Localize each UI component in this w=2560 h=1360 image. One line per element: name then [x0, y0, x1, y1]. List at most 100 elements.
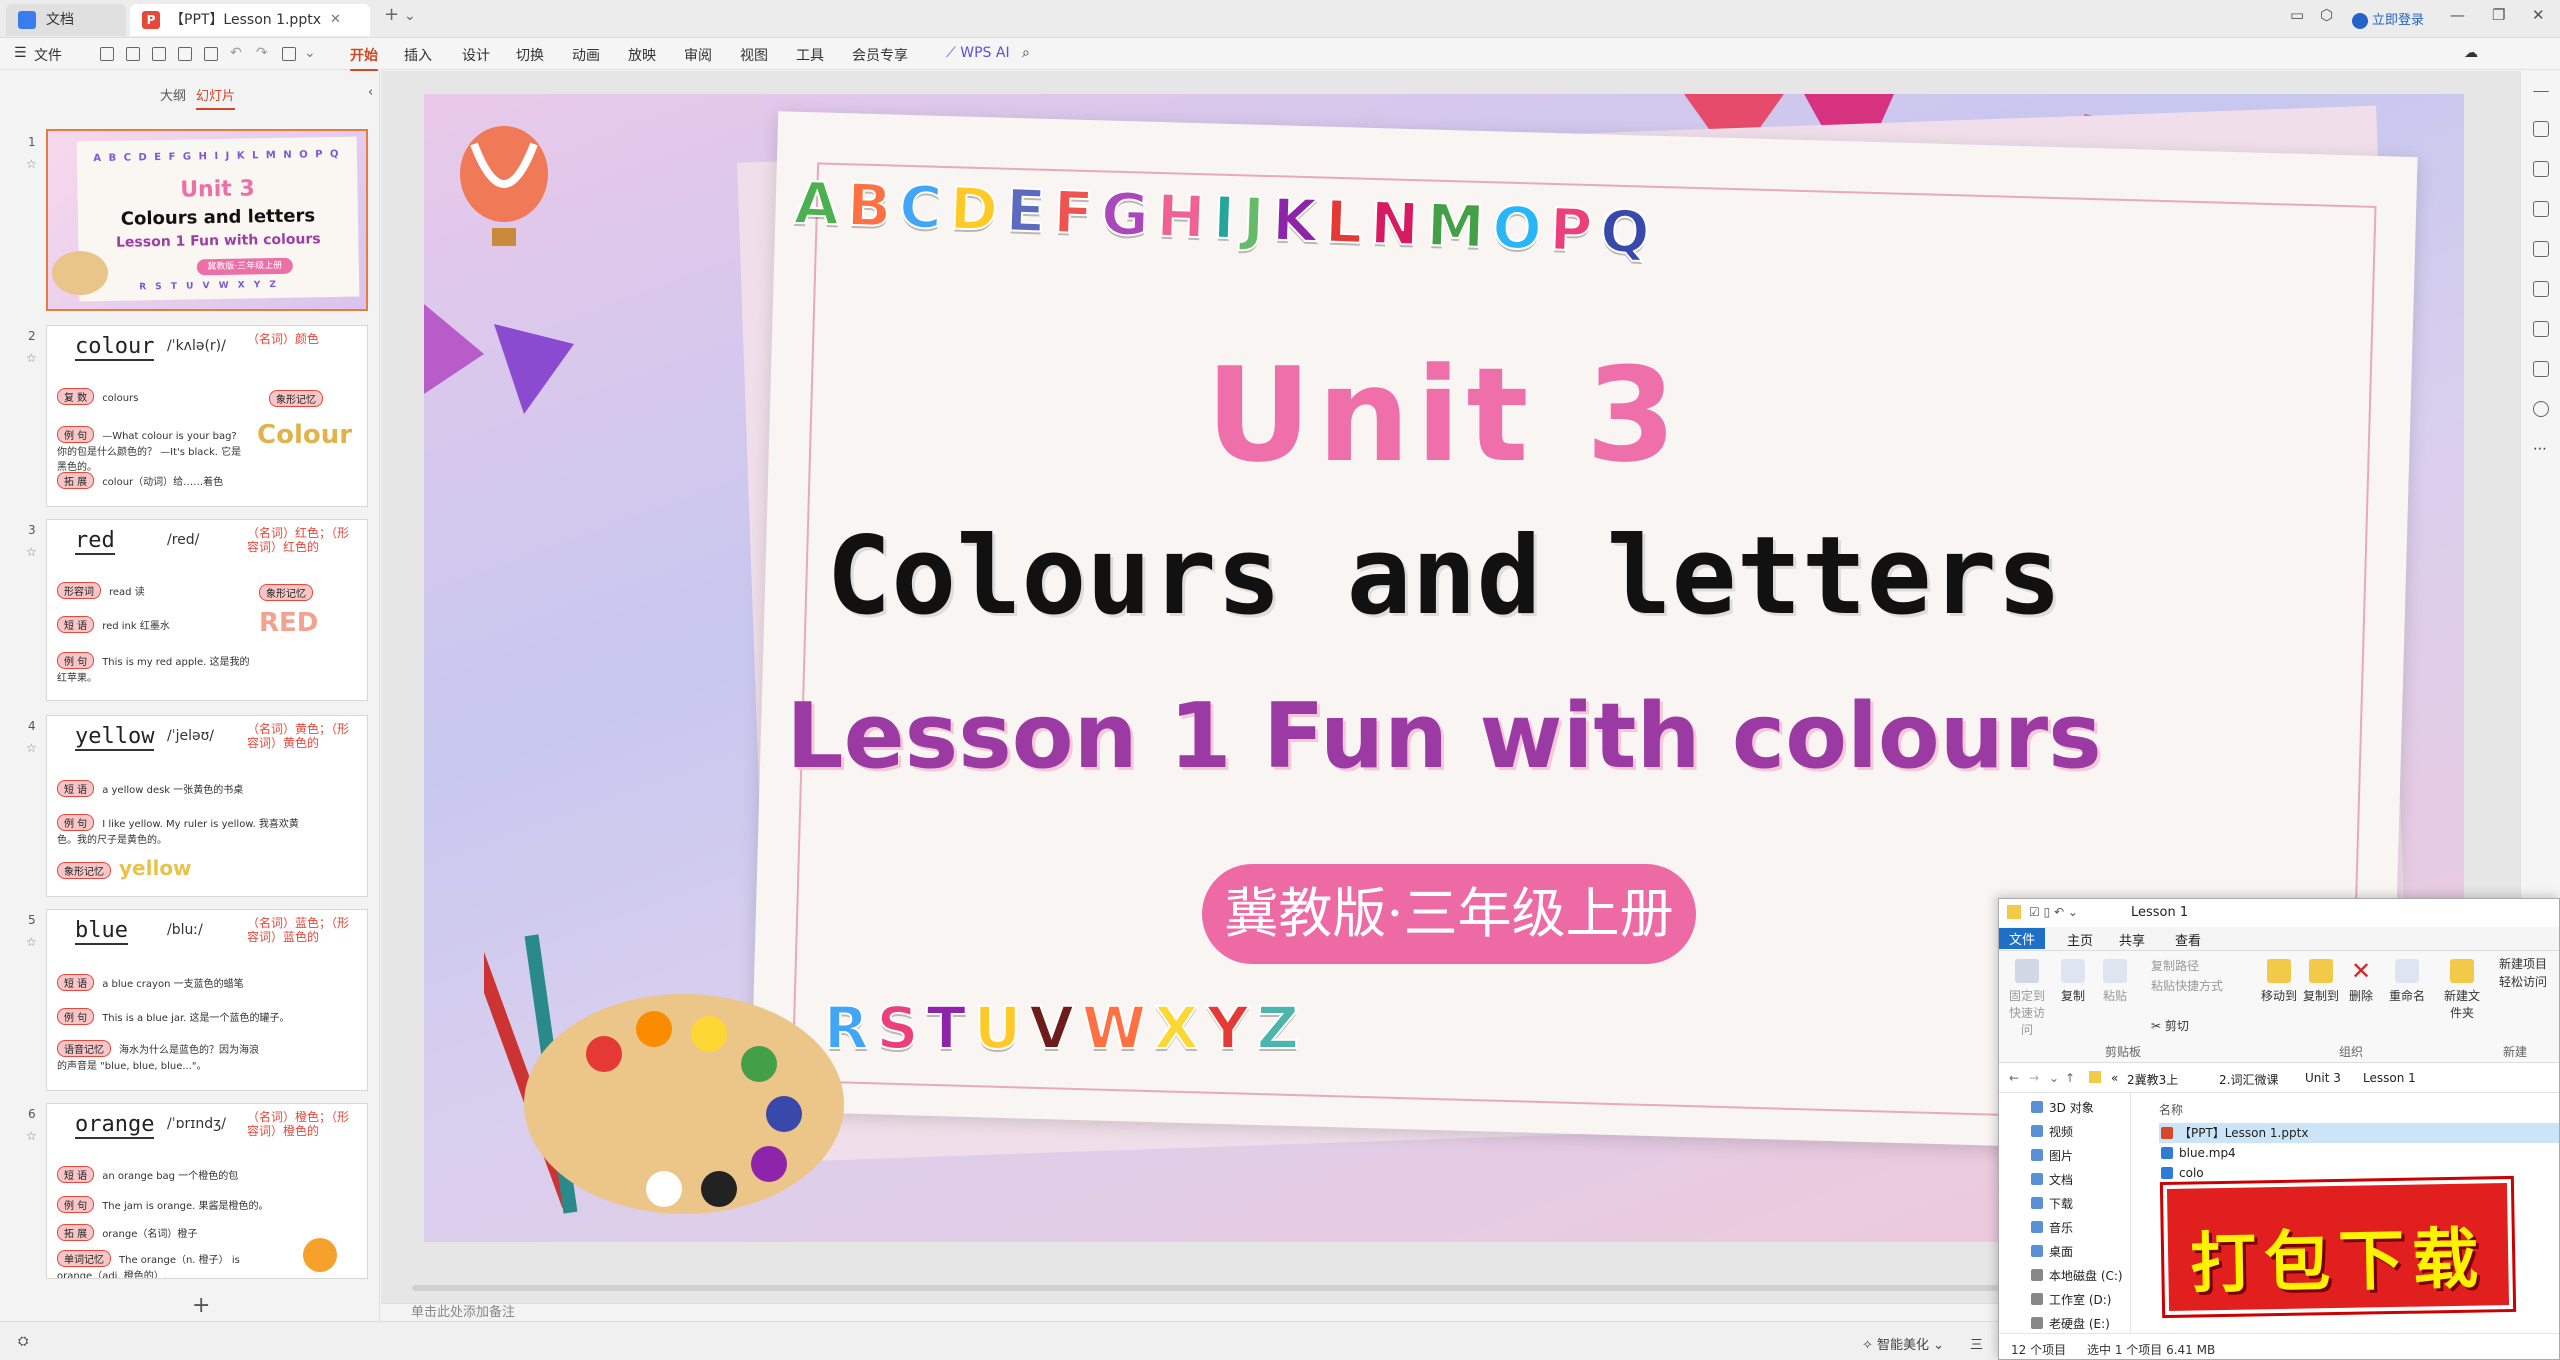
slide-thumbnail-2[interactable]: colour /ˈkʌlə(r)/ （名词）颜色 复 数 colours 例 句 —… [46, 325, 368, 507]
star-icon[interactable]: ☆ [26, 351, 37, 365]
copy-button[interactable]: 复制 [2061, 959, 2085, 1004]
tab-slideshow[interactable]: 放映 [628, 45, 656, 65]
tab-review[interactable]: 审阅 [684, 45, 712, 65]
slide-thumbnail-1[interactable]: A B C D E F G H I J K L M N O P Q Unit 3… [46, 129, 368, 311]
theme-icon[interactable] [2533, 241, 2549, 257]
settings-icon[interactable] [2533, 361, 2549, 377]
copy-to-button[interactable]: 复制到 [2303, 959, 2339, 1004]
nav-item[interactable]: 文档 [2031, 1171, 2073, 1188]
tab-document[interactable]: P 【PPT】Lesson 1.pptx ✕ [130, 4, 370, 36]
ex-tab-view[interactable]: 查看 [2175, 930, 2201, 949]
pin-quick-access-button[interactable]: 固定到快速访问 [2005, 959, 2049, 1038]
tab-animation[interactable]: 动画 [572, 45, 600, 65]
forward-arrow-icon[interactable]: → [2029, 1071, 2039, 1085]
ex-tab-file[interactable]: 文件 [1999, 928, 2046, 949]
crumb-item[interactable]: Lesson 1 [2363, 1071, 2416, 1085]
collapse-panel-icon[interactable]: ‹ [368, 85, 373, 100]
back-arrow-icon[interactable]: ← [2009, 1071, 2019, 1085]
crumb-overflow[interactable]: « [2111, 1071, 2118, 1085]
move-to-button[interactable]: 移动到 [2261, 959, 2297, 1004]
tab-outline[interactable]: 大纲 [160, 85, 186, 104]
history-chevron-icon[interactable]: ⌄ [2049, 1071, 2059, 1085]
nav-item[interactable]: 老硬盘 (E:) [2031, 1315, 2110, 1332]
star-icon[interactable]: ☆ [26, 935, 37, 949]
smart-beautify-button[interactable]: ✧ 智能美化 ⌄ [1862, 1334, 1944, 1353]
new-doc-icon[interactable] [100, 47, 114, 61]
cloud-sync-icon[interactable]: ☁ [2464, 45, 2478, 61]
more-chevron-icon[interactable]: ⌄ [304, 45, 316, 61]
slide-thumbnail-4[interactable]: yellow /ˈjeləʊ/ （名词）黄色；（形容词）黄色的 短 语 a yel… [46, 715, 368, 897]
download-package-banner[interactable]: 打包下载 [2162, 1178, 2514, 1316]
redo-icon[interactable]: ↷ [256, 45, 268, 61]
undo-icon[interactable]: ↶ [230, 45, 242, 61]
tab-tools[interactable]: 工具 [796, 45, 824, 65]
rename-button[interactable]: 重命名 [2389, 959, 2425, 1004]
nav-item[interactable]: 本地磁盘 (C:) [2031, 1267, 2123, 1284]
tab-list-chevron-icon[interactable]: ⌄ [404, 8, 416, 24]
tools-icon[interactable] [2533, 281, 2549, 297]
crumb-item[interactable]: Unit 3 [2305, 1071, 2341, 1085]
new-item-button[interactable]: 新建项目 [2499, 955, 2547, 972]
add-slide-button[interactable]: + [192, 1293, 210, 1318]
search-icon[interactable]: ⌕ [1022, 45, 1030, 61]
tab-transition[interactable]: 切换 [516, 45, 544, 65]
copy-path-button[interactable]: 复制路径 [2151, 957, 2199, 974]
file-row[interactable]: 【PPT】Lesson 1.pptx [2159, 1123, 2559, 1143]
ex-tab-share[interactable]: 共享 [2119, 930, 2145, 949]
format-painter-icon[interactable] [282, 47, 296, 61]
login-link[interactable]: 立即登录 [2352, 9, 2424, 29]
new-tab-button[interactable]: + [384, 4, 399, 25]
star-icon[interactable]: ☆ [26, 741, 37, 755]
nav-item[interactable]: 视频 [2031, 1123, 2073, 1140]
tab-view[interactable]: 视图 [740, 45, 768, 65]
minimize-icon[interactable]: — [2450, 6, 2465, 24]
copy-icon[interactable] [2533, 201, 2549, 217]
save-icon[interactable] [152, 47, 166, 61]
notes-toggle-button[interactable]: 三 [1970, 1334, 1983, 1353]
tab-insert[interactable]: 插入 [404, 45, 432, 65]
nav-item[interactable]: 工作室 (D:) [2031, 1291, 2111, 1308]
more-icon[interactable]: ⋯ [2533, 441, 2549, 457]
ex-tab-home[interactable]: 主页 [2067, 930, 2093, 949]
quick-access-toolbar-icon[interactable]: ☑ ▯ ↶ ⌄ [2029, 905, 2078, 919]
cut-button[interactable]: ✂ 剪切 [2151, 1017, 2189, 1034]
column-header-name[interactable]: 名称 [2159, 1101, 2183, 1118]
new-folder-button[interactable]: 新建文件夹 [2439, 959, 2485, 1021]
tab-member[interactable]: 会员专享 [852, 45, 908, 65]
window-layout-icon[interactable]: ▭ [2290, 6, 2304, 24]
nav-item[interactable]: 音乐 [2031, 1219, 2073, 1236]
nav-item[interactable]: 桌面 [2031, 1243, 2073, 1260]
explorer-address-bar[interactable]: ← → ⌄ ↑ « 2冀教3上 2.词汇微课 Unit 3 Lesson 1 [1999, 1063, 2559, 1093]
tab-home[interactable]: 文档 [6, 4, 126, 36]
open-icon[interactable] [126, 47, 140, 61]
slide-thumbnail-3[interactable]: red /red/ （名词）红色；（形容词）红色的 形容词 read 读 短 语 r… [46, 519, 368, 701]
close-tab-icon[interactable]: ✕ [330, 4, 341, 36]
help-icon[interactable] [2533, 401, 2549, 417]
cube-icon[interactable]: ⬡ [2320, 6, 2333, 24]
wps-ai-button[interactable]: ⟋ WPS AI [946, 45, 1010, 61]
crumb-item[interactable]: 2冀教3上 [2127, 1071, 2178, 1088]
up-arrow-icon[interactable]: ↑ [2065, 1071, 2075, 1085]
star-icon[interactable]: ☆ [26, 545, 37, 559]
star-icon[interactable]: ☆ [26, 1129, 37, 1143]
easy-access-button[interactable]: 轻松访问 [2499, 973, 2547, 990]
canvas-horizontal-scrollbar[interactable] [412, 1285, 2112, 1291]
slide-thumbnail-5[interactable]: blue /bluː/ （名词）蓝色；（形容词）蓝色的 短 语 a blue cr… [46, 909, 368, 1091]
spellcheck-icon[interactable]: ⛭ [18, 1334, 28, 1349]
preview-icon[interactable] [204, 47, 218, 61]
nav-item[interactable]: 图片 [2031, 1147, 2073, 1164]
file-row[interactable]: blue.mp4 [2159, 1143, 2559, 1163]
star-icon[interactable] [2533, 161, 2549, 177]
adjust-icon[interactable] [2533, 121, 2549, 137]
star-icon[interactable]: ☆ [26, 157, 37, 171]
collapse-rail-icon[interactable] [2533, 91, 2549, 93]
close-window-icon[interactable]: ✕ [2532, 6, 2545, 24]
crumb-item[interactable]: 2.词汇微课 [2219, 1071, 2278, 1088]
file-menu[interactable]: 文件 [34, 45, 62, 65]
tab-slides[interactable]: 幻灯片 [196, 85, 236, 110]
slide-thumbnail-6[interactable]: orange /ˈɒrɪndʒ/ （名词）橙色；（形容词）橙色的 短 语 an o… [46, 1103, 368, 1279]
restore-icon[interactable]: ❐ [2492, 6, 2505, 24]
delete-button[interactable]: ✕ 删除 [2349, 959, 2373, 1004]
tab-design[interactable]: 设计 [462, 45, 490, 65]
layout-icon[interactable] [2533, 321, 2549, 337]
